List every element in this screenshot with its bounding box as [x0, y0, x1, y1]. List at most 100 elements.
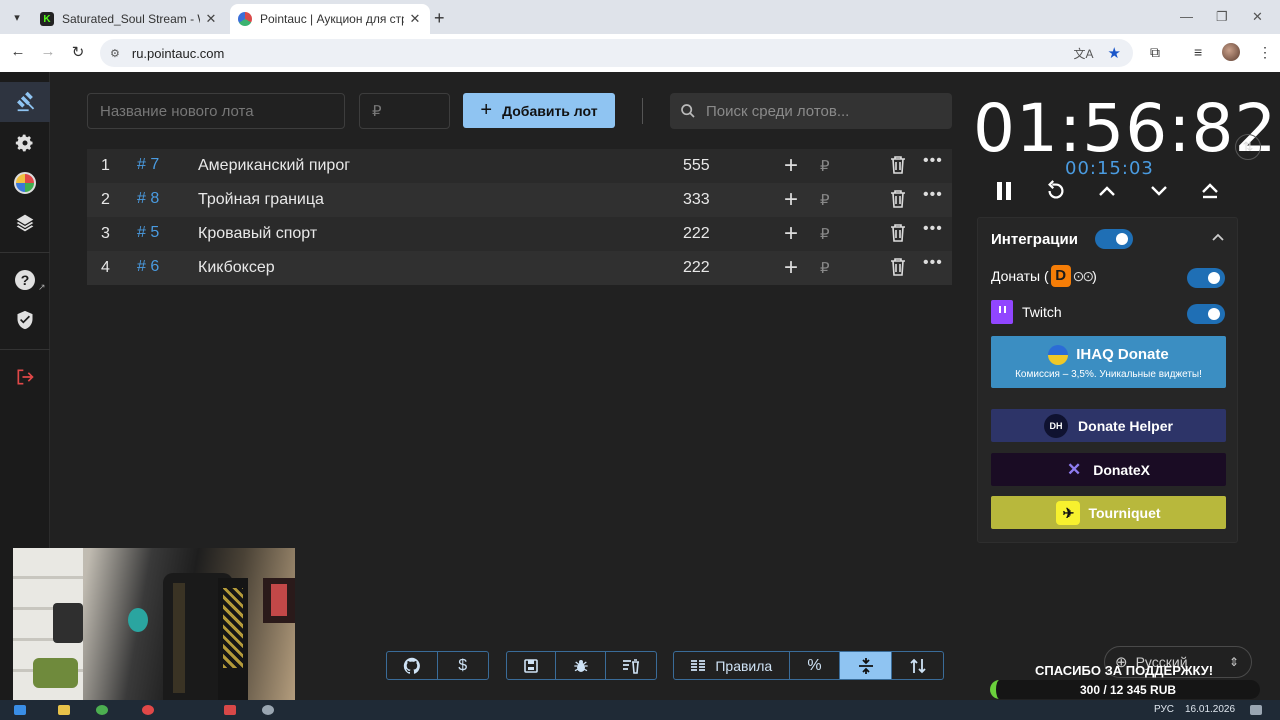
- explorer-icon[interactable]: [58, 705, 70, 715]
- lot-search-input[interactable]: Поиск среди лотов...: [670, 93, 952, 129]
- ihaq-donate-button[interactable]: IHAQ Donate Комиссия – 3,5%. Уникальные …: [991, 336, 1226, 388]
- rules-icon: [691, 659, 706, 671]
- sidebar-item-logout[interactable]: [0, 357, 50, 397]
- translate-icon[interactable]: 文A: [1074, 45, 1094, 62]
- donation-goal-bar: 300 / 12 345 RUB: [990, 680, 1260, 699]
- lot-name[interactable]: Американский пирог: [198, 157, 350, 175]
- subtract-time-button[interactable]: [1144, 178, 1174, 204]
- rules-button[interactable]: Правила: [674, 652, 790, 679]
- integrations-toggle[interactable]: [1095, 229, 1133, 249]
- lot-amount[interactable]: 222: [683, 259, 710, 277]
- bug-report-button[interactable]: [556, 652, 606, 679]
- rub-icon[interactable]: ₽: [820, 259, 830, 277]
- reset-button[interactable]: [1041, 178, 1071, 204]
- donations-toggle[interactable]: [1187, 268, 1225, 288]
- delete-icon[interactable]: [890, 224, 906, 247]
- obs-icon[interactable]: [262, 705, 274, 715]
- clear-lots-button[interactable]: [606, 652, 656, 679]
- lot-id-link[interactable]: # 5: [137, 224, 159, 242]
- back-icon[interactable]: ←: [8, 43, 28, 60]
- profile-avatar[interactable]: [1222, 43, 1240, 61]
- rub-icon[interactable]: ₽: [820, 157, 830, 175]
- notifications-icon[interactable]: [1250, 705, 1262, 715]
- chrome-icon[interactable]: [96, 705, 108, 715]
- github-icon: [403, 657, 420, 674]
- github-button[interactable]: [387, 652, 438, 679]
- system-date[interactable]: 16.01.2026: [1185, 704, 1235, 715]
- wheel-icon: [14, 172, 36, 194]
- lot-name[interactable]: Кикбоксер: [198, 259, 275, 277]
- input-language[interactable]: РУС: [1154, 704, 1174, 715]
- close-icon[interactable]: ✕: [204, 11, 218, 27]
- delete-icon[interactable]: [890, 156, 906, 179]
- close-icon[interactable]: ✕: [408, 11, 422, 27]
- forward-icon[interactable]: →: [38, 43, 58, 60]
- delete-icon[interactable]: [890, 258, 906, 281]
- lot-id-link[interactable]: # 8: [137, 190, 159, 208]
- donate-helper-button[interactable]: DH Donate Helper: [991, 409, 1226, 442]
- chevron-up-icon[interactable]: [1212, 233, 1224, 241]
- sidebar-item-privacy[interactable]: [0, 300, 50, 340]
- lot-amount[interactable]: 222: [683, 225, 710, 243]
- sidebar-item-auction[interactable]: [0, 82, 50, 122]
- sidebar-item-layers[interactable]: [0, 203, 50, 243]
- lot-name-input[interactable]: Название нового лота: [87, 93, 345, 129]
- new-tab-icon[interactable]: +: [434, 8, 445, 29]
- tourniquet-button[interactable]: ✈ Tourniquet: [991, 496, 1226, 529]
- tab-stream[interactable]: K Saturated_Soul Stream - Watch ✕: [32, 4, 226, 34]
- add-amount-icon[interactable]: +: [784, 152, 798, 180]
- pointauc-favicon-icon: [238, 12, 252, 26]
- window-close-icon[interactable]: ✕: [1252, 9, 1263, 25]
- add-amount-icon[interactable]: +: [784, 186, 798, 214]
- tab-pointauc[interactable]: Pointauc | Аукцион для стриме ✕: [230, 4, 430, 34]
- dollar-icon[interactable]: $: [438, 652, 489, 679]
- minimize-icon[interactable]: —: [1180, 9, 1193, 24]
- app-icon[interactable]: [224, 705, 236, 715]
- sidebar-item-help[interactable]: ? ↗: [0, 260, 50, 300]
- bookmark-star-icon[interactable]: ★: [1108, 44, 1121, 62]
- rub-icon[interactable]: ₽: [820, 191, 830, 209]
- more-icon[interactable]: •••: [923, 220, 943, 238]
- add-amount-icon[interactable]: +: [784, 254, 798, 282]
- save-button[interactable]: [507, 652, 556, 679]
- sidebar-item-settings[interactable]: [0, 123, 50, 163]
- add-time-button[interactable]: [1092, 178, 1122, 204]
- lot-amount[interactable]: 333: [683, 191, 710, 209]
- more-icon[interactable]: •••: [923, 186, 943, 204]
- menu-icon[interactable]: ⋮: [1258, 44, 1272, 61]
- table-row: 4 # 6 Кикбоксер 222 + ₽ •••: [87, 251, 952, 285]
- lot-id-link[interactable]: # 7: [137, 156, 159, 174]
- rub-icon[interactable]: ₽: [820, 225, 830, 243]
- start-icon[interactable]: [14, 705, 26, 715]
- delete-icon[interactable]: [890, 190, 906, 213]
- lot-name[interactable]: Кровавый спорт: [198, 225, 317, 243]
- add-amount-icon[interactable]: +: [784, 220, 798, 248]
- app-icon[interactable]: [142, 705, 154, 715]
- lot-amount-input[interactable]: ₽: [359, 93, 450, 129]
- compact-view-button[interactable]: [840, 652, 893, 679]
- lot-amount[interactable]: 555: [683, 157, 710, 175]
- lot-id-link[interactable]: # 6: [137, 258, 159, 276]
- donatex-button[interactable]: ✕ DonateX: [991, 453, 1226, 486]
- pause-button[interactable]: [989, 178, 1019, 204]
- url-text: ru.pointauc.com: [131, 45, 225, 61]
- lot-name[interactable]: Тройная граница: [198, 191, 324, 209]
- site-info-icon[interactable]: ⚙: [110, 47, 120, 60]
- double-time-button[interactable]: [1195, 178, 1225, 204]
- add-lot-button[interactable]: + Добавить лот: [463, 93, 615, 128]
- sidebar-item-wheel[interactable]: [0, 163, 50, 203]
- maximize-icon[interactable]: ❐: [1216, 9, 1228, 25]
- extensions-icon[interactable]: ⧉: [1150, 44, 1160, 61]
- chevron-down-icon: [1151, 186, 1167, 196]
- swap-timer-icon[interactable]: ⇅: [1235, 134, 1261, 160]
- sort-button[interactable]: [892, 652, 943, 679]
- percent-button[interactable]: %: [790, 652, 841, 679]
- address-bar[interactable]: ⚙ ru.pointauc.com 文A ★: [100, 39, 1133, 67]
- reload-icon[interactable]: ↻: [68, 43, 88, 61]
- twitch-toggle[interactable]: [1187, 304, 1225, 324]
- more-icon[interactable]: •••: [923, 254, 943, 272]
- percent-label: %: [807, 656, 822, 674]
- media-controls-icon[interactable]: ≡: [1194, 44, 1202, 60]
- tab-search-button[interactable]: ▾: [6, 7, 28, 27]
- more-icon[interactable]: •••: [923, 152, 943, 170]
